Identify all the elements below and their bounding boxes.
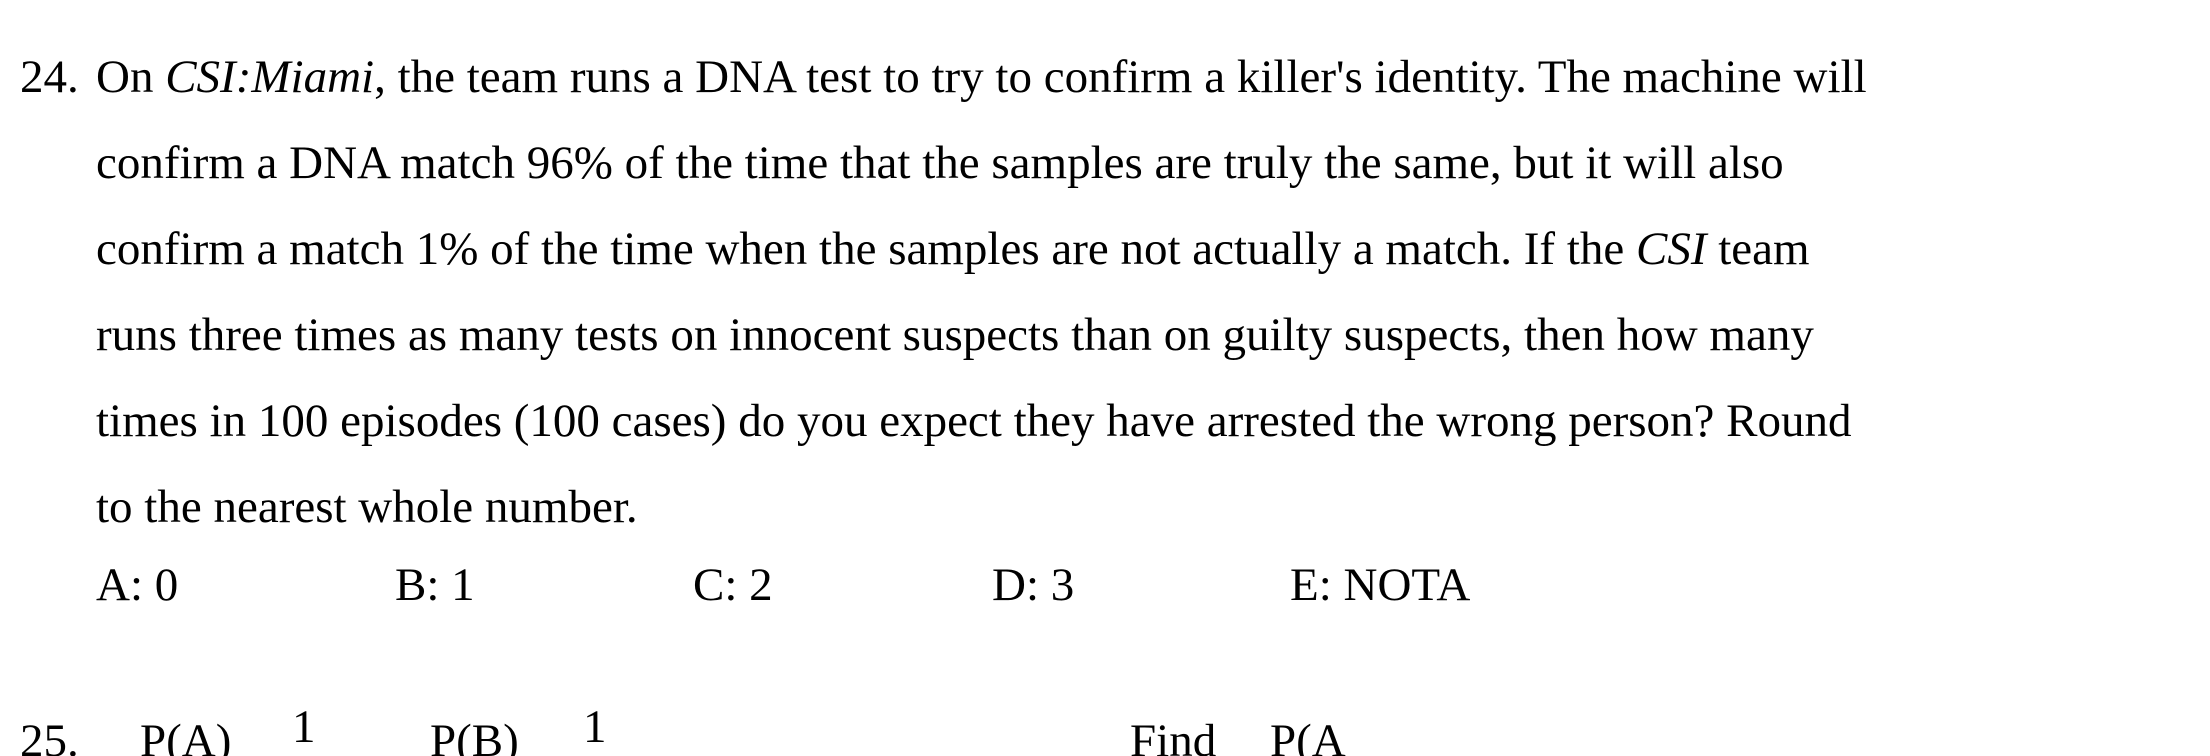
probability-b: P(B) [430, 715, 519, 756]
choice-b[interactable]: B: 1 [395, 550, 475, 620]
answer-choices: A: 0 B: 1 C: 2 D: 3 E: NOTA [96, 550, 2096, 620]
choice-c[interactable]: C: 2 [693, 550, 773, 620]
problem-25-partial: 25. P(A) 1 P(B) 1 Find P(A [0, 700, 2210, 756]
line-1-end: , the team runs a DNA test to try to con… [374, 51, 1867, 103]
document-page: 24. On CSI:Miami, the team runs a DNA te… [0, 0, 2210, 756]
line-3-end: team [1706, 223, 1810, 275]
line-1-start: On [96, 51, 166, 103]
probability-a: P(A) [140, 715, 232, 756]
line-3-start: confirm a match 1% of the time when the … [96, 223, 1636, 275]
show-title-italic: CSI:Miami [165, 51, 375, 103]
problem-number: 24. [20, 51, 79, 103]
fraction-a-numerator: 1 [292, 701, 316, 753]
problem-line-6: to the nearest whole number. [96, 481, 638, 533]
choice-d[interactable]: D: 3 [992, 550, 1074, 620]
choice-e[interactable]: E: NOTA [1290, 550, 1470, 620]
problem-line-1: On CSI:Miami, the team runs a DNA test t… [96, 34, 2076, 120]
problem-line-4: runs three times as many tests on innoce… [96, 309, 1814, 361]
problem-line-5: times in 100 episodes (100 cases) do you… [96, 395, 1852, 447]
choice-a[interactable]: A: 0 [96, 550, 178, 620]
csi-italic: CSI [1635, 223, 1707, 275]
problem-25-number: 25. [20, 715, 79, 756]
find-label: Find [1130, 715, 1217, 756]
problem-text: On CSI:Miami, the team runs a DNA test t… [96, 34, 2076, 550]
fraction-b-numerator: 1 [583, 701, 607, 753]
problem-line-3: confirm a match 1% of the time when the … [96, 206, 2076, 292]
problem-line-2: confirm a DNA match 96% of the time that… [96, 137, 1784, 189]
probability-a-and-b: P(A [1270, 715, 1346, 756]
